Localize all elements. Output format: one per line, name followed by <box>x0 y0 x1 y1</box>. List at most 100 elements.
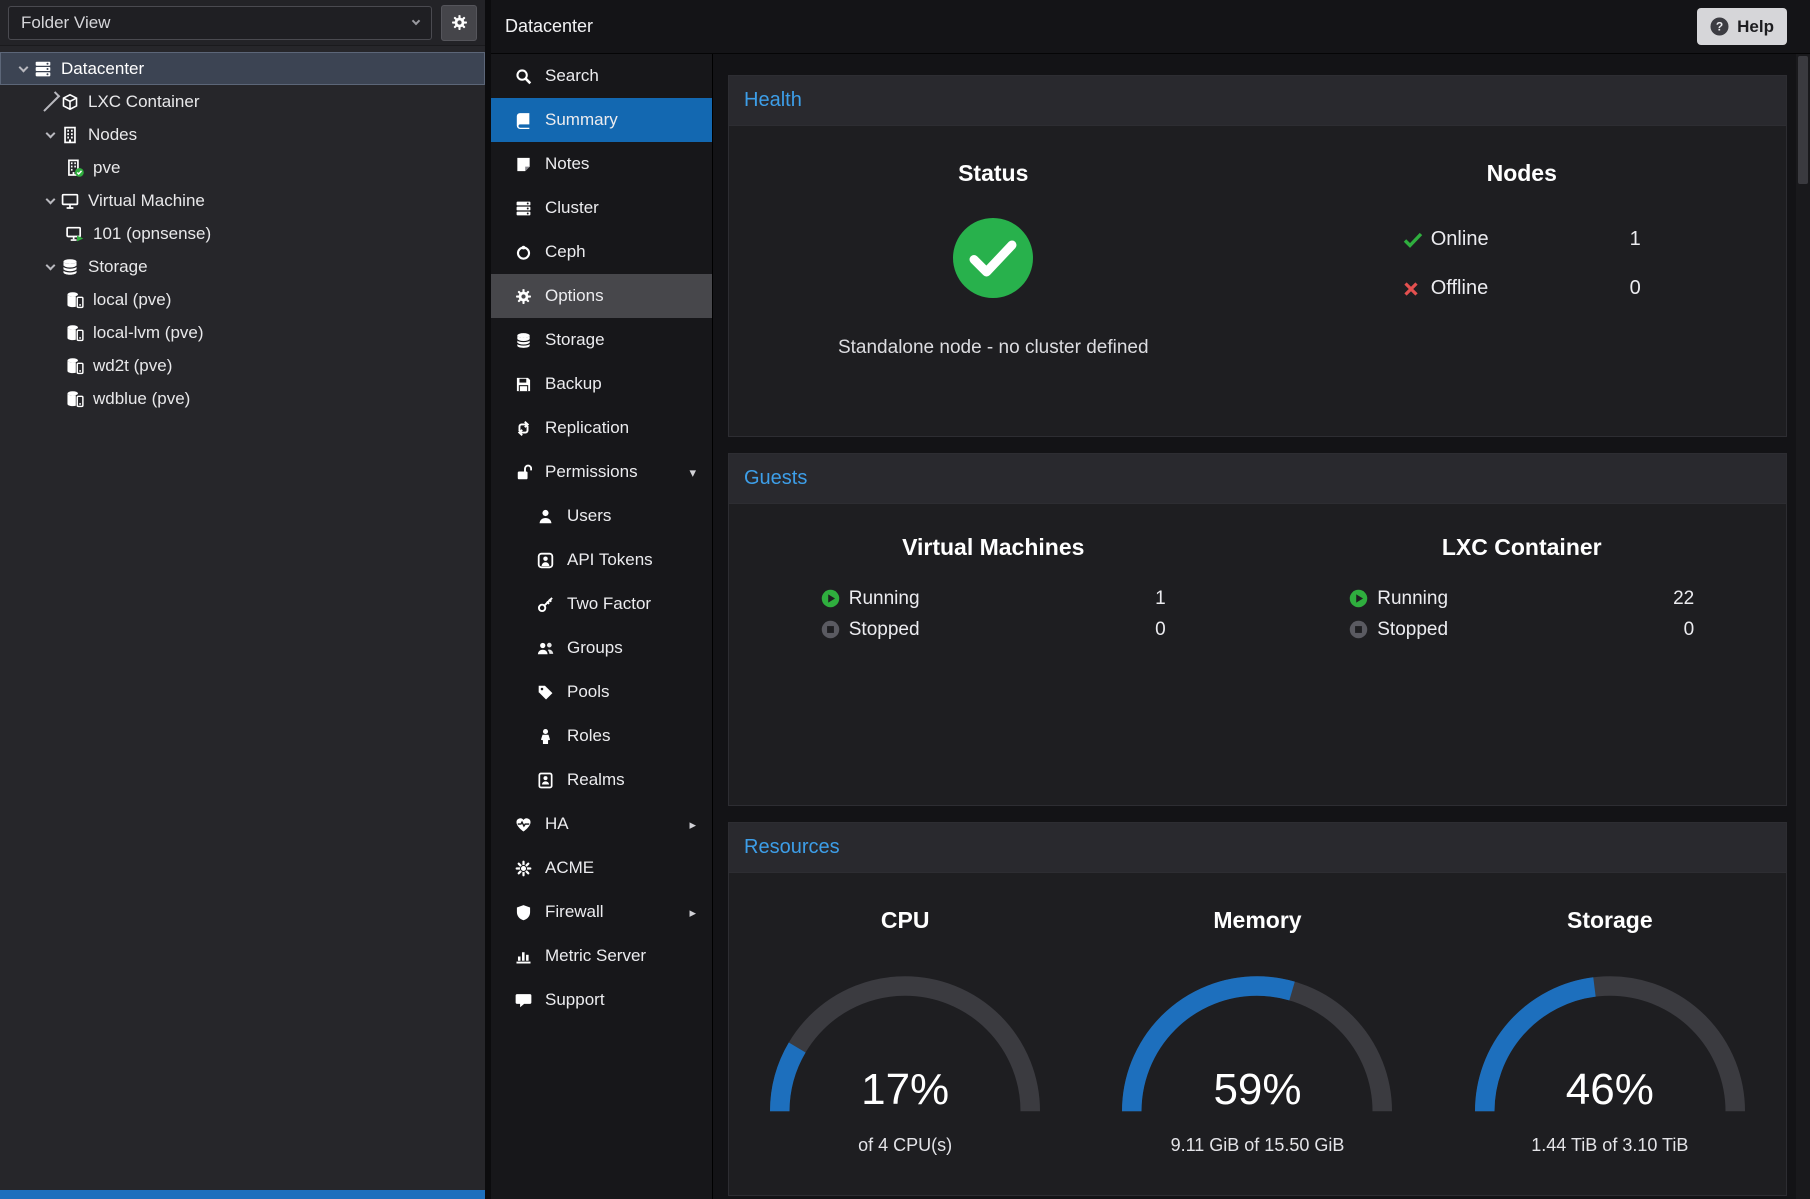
nav-item-storage[interactable]: Storage <box>491 318 712 362</box>
nav-item-label: Groups <box>567 638 623 658</box>
server-stack-icon <box>511 200 536 217</box>
nav-item-acme[interactable]: ACME <box>491 846 712 890</box>
nav-item-backup[interactable]: Backup <box>491 362 712 406</box>
tree-item-storage-wdblue[interactable]: wdblue (pve) <box>0 382 485 415</box>
running-play-icon <box>821 589 849 608</box>
tree-item-pve[interactable]: pve <box>0 151 485 184</box>
lxc-stopped-value: 0 <box>1684 619 1695 641</box>
node-online-icon <box>66 159 91 177</box>
tree-item-label: LXC Container <box>86 92 200 112</box>
nav-item-label: Replication <box>545 418 629 438</box>
main-region: Datacenter ? Help Search Summary <box>491 0 1810 1199</box>
summary-content: Health Status Standalone node - no clust… <box>713 54 1796 1199</box>
nav-item-ha[interactable]: HA ▸ <box>491 802 712 846</box>
storage-gauge-value: 46% <box>1460 1065 1760 1115</box>
nav-item-label: Roles <box>567 726 610 746</box>
unlock-icon <box>511 464 536 481</box>
tree-item-storage[interactable]: Storage <box>0 250 485 283</box>
stopped-stop-icon <box>1349 620 1377 639</box>
tree-item-label: Datacenter <box>59 59 144 79</box>
nav-item-users[interactable]: Users <box>491 494 712 538</box>
offline-cross-icon <box>1403 281 1431 297</box>
expander-icon[interactable] <box>39 133 61 137</box>
nav-item-cluster[interactable]: Cluster <box>491 186 712 230</box>
tag-icon <box>533 684 558 701</box>
nav-item-search[interactable]: Search <box>491 54 712 98</box>
vm-running-label: Running <box>849 588 920 610</box>
chevron-down-icon: ▾ <box>689 466 696 479</box>
expander-icon[interactable] <box>39 265 61 269</box>
vm-rows: Running 1 Stopped 0 <box>821 583 1166 645</box>
cpu-gauge: 17% <box>755 956 1055 1121</box>
expander-icon[interactable] <box>39 199 61 203</box>
nav-item-ceph[interactable]: Ceph <box>491 230 712 274</box>
storage-gauge-column: Storage 46% 1.44 TiB of 3.10 TiB <box>1434 873 1786 1195</box>
tree-horizontal-scrollbar-thumb[interactable] <box>0 1190 485 1199</box>
nav-item-label: Realms <box>567 770 625 790</box>
tree-item-label: pve <box>91 158 120 178</box>
guests-section-header: Guests <box>728 453 1787 503</box>
building-icon <box>61 126 86 144</box>
nav-item-label: Pools <box>567 682 610 702</box>
nav-item-two-factor[interactable]: Two Factor <box>491 582 712 626</box>
nav-item-label: Summary <box>545 110 618 130</box>
storage-node-icon <box>66 357 91 375</box>
nav-item-realms[interactable]: Realms <box>491 758 712 802</box>
vm-running-icon <box>66 225 91 243</box>
nav-item-metric-server[interactable]: Metric Server <box>491 934 712 978</box>
tree-item-nodes[interactable]: Nodes <box>0 118 485 151</box>
starburst-icon <box>511 860 536 877</box>
expander-icon[interactable] <box>12 67 34 71</box>
view-mode-select[interactable]: Folder View <box>8 6 432 40</box>
tree-item-virtual-machine[interactable]: Virtual Machine <box>0 184 485 217</box>
datacenter-icon <box>34 60 59 78</box>
chevron-right-icon: ▸ <box>689 906 696 919</box>
search-icon <box>511 68 536 85</box>
chevron-right-icon: ▸ <box>689 818 696 831</box>
lxc-stopped-row: Stopped 0 <box>1349 614 1694 645</box>
tree-item-datacenter[interactable]: Datacenter <box>0 52 485 85</box>
nav-item-notes[interactable]: Notes <box>491 142 712 186</box>
tree-item-vm-101[interactable]: 101 (opnsense) <box>0 217 485 250</box>
resources-section-title: Resources <box>744 836 840 859</box>
ceph-icon <box>511 244 536 261</box>
vertical-scrollbar[interactable] <box>1796 54 1810 1199</box>
view-mode-value: Folder View <box>21 13 110 33</box>
nav-item-label: Options <box>545 286 604 306</box>
vm-stopped-label: Stopped <box>849 619 920 641</box>
help-button-label: Help <box>1737 17 1774 37</box>
nav-item-firewall[interactable]: Firewall ▸ <box>491 890 712 934</box>
nav-item-groups[interactable]: Groups <box>491 626 712 670</box>
database-icon <box>61 258 86 276</box>
nav-item-api-tokens[interactable]: API Tokens <box>491 538 712 582</box>
resource-tree-panel: Folder View Datacenter LXC Container <box>0 0 485 1199</box>
nav-item-label: Two Factor <box>567 594 651 614</box>
vertical-scrollbar-thumb[interactable] <box>1798 56 1808 184</box>
guests-section: Guests Virtual Machines Running 1 <box>728 453 1787 806</box>
nav-item-pools[interactable]: Pools <box>491 670 712 714</box>
tree-item-label: local-lvm (pve) <box>91 323 204 343</box>
shield-icon <box>511 904 536 921</box>
tree-item-storage-local-lvm[interactable]: local-lvm (pve) <box>0 316 485 349</box>
nav-item-label: Metric Server <box>545 946 646 966</box>
help-button[interactable]: ? Help <box>1697 8 1787 45</box>
tree-item-storage-local[interactable]: local (pve) <box>0 283 485 316</box>
chevron-down-icon <box>412 17 420 25</box>
nav-item-label: Backup <box>545 374 602 394</box>
expander-icon[interactable] <box>39 98 61 105</box>
lxc-running-value: 22 <box>1673 588 1694 610</box>
nav-item-support[interactable]: Support <box>491 978 712 1022</box>
nodes-column: Nodes Online 1 Offline 0 <box>1258 126 1787 436</box>
tree-item-lxc-container[interactable]: LXC Container <box>0 85 485 118</box>
nav-item-options[interactable]: Options <box>491 274 712 318</box>
nav-item-permissions[interactable]: Permissions ▾ <box>491 450 712 494</box>
tree-settings-button[interactable] <box>441 5 477 41</box>
address-card-icon <box>533 772 558 789</box>
tree-item-storage-wd2t[interactable]: wd2t (pve) <box>0 349 485 382</box>
right-body: Search Summary Notes Cluster Ceph <box>491 54 1810 1199</box>
nav-item-summary[interactable]: Summary <box>491 98 712 142</box>
nav-item-roles[interactable]: Roles <box>491 714 712 758</box>
nav-item-replication[interactable]: Replication <box>491 406 712 450</box>
resources-section: Resources CPU 17% <box>728 822 1787 1196</box>
gear-icon <box>511 288 536 305</box>
